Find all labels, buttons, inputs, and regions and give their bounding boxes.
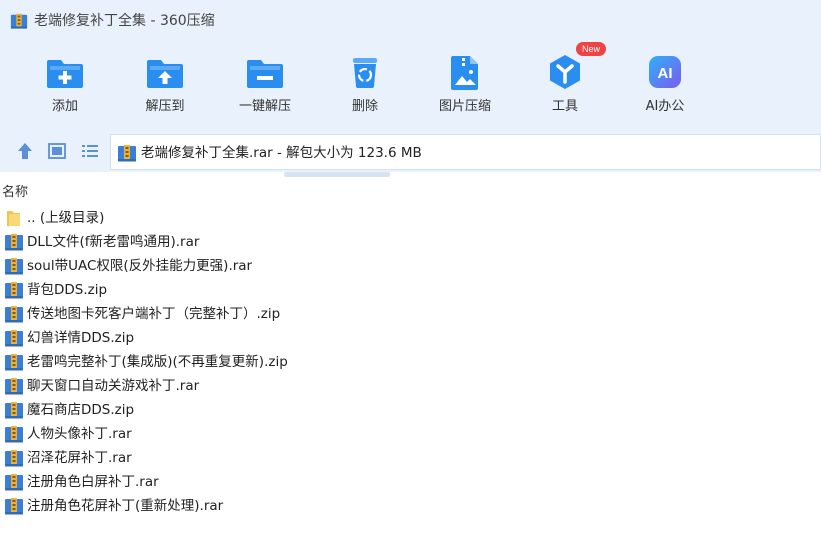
tools-label: 工具 <box>551 99 578 114</box>
list-item[interactable]: DLL文件(f新老雷鸣通用).rar <box>0 230 821 254</box>
archive-icon <box>5 402 23 419</box>
file-name: 幻兽详情DDS.zip <box>27 330 135 346</box>
archive-icon <box>5 258 23 275</box>
tools-icon <box>550 55 580 89</box>
column-header: 名称 <box>0 182 821 204</box>
one-click-extract-label: 一键解压 <box>238 99 291 114</box>
extract-to-icon <box>147 60 183 88</box>
toolbar: 添加 解压到 一键解压 删除 图片压缩 New 工具 AI AI办公 <box>0 42 821 130</box>
file-name: 老雷鸣完整补丁(集成版)(不再重复更新).zip <box>27 354 288 370</box>
archive-icon <box>5 498 23 515</box>
list-item[interactable]: 传送地图卡死客户端补丁（完整补丁）.zip <box>0 302 821 326</box>
new-badge: New <box>576 42 606 56</box>
one-click-extract-button[interactable]: 一键解压 <box>222 46 308 126</box>
archive-icon <box>5 330 23 347</box>
list-view-icon[interactable] <box>80 141 100 161</box>
list-item[interactable]: 人物头像补丁.rar <box>0 422 821 446</box>
archive-icon <box>5 234 23 251</box>
archive-icon <box>5 306 23 323</box>
one-click-extract-icon <box>247 60 283 88</box>
up-arrow-icon[interactable] <box>15 141 35 161</box>
file-name: 注册角色花屏补丁(重新处理).rar <box>27 498 224 514</box>
path-bar[interactable]: 老端修复补丁全集.rar - 解包大小为 123.6 MB <box>110 134 821 170</box>
image-compress-label: 图片压缩 <box>438 99 491 114</box>
list-item[interactable]: 注册角色白屏补丁.rar <box>0 470 821 494</box>
add-label: 添加 <box>51 99 78 114</box>
extract-to-label: 解压到 <box>145 99 185 114</box>
list-item[interactable]: 沼泽花屏补丁.rar <box>0 446 821 470</box>
archive-icon <box>5 474 23 491</box>
list-item[interactable]: 幻兽详情DDS.zip <box>0 326 821 350</box>
window-title: 老端修复补丁全集 - 360压缩 <box>34 13 215 29</box>
add-icon <box>47 60 83 88</box>
image-compress-button[interactable]: 图片压缩 <box>422 46 508 126</box>
archive-icon <box>118 145 136 162</box>
list-item[interactable]: 老雷鸣完整补丁(集成版)(不再重复更新).zip <box>0 350 821 374</box>
archive-icon <box>5 378 23 395</box>
list-item-parent-directory[interactable]: .. (上级目录) <box>0 206 821 230</box>
ai-office-label: AI办公 <box>645 99 685 114</box>
ai-icon-text: AI <box>658 65 673 82</box>
title-bar: 老端修复补丁全集 - 360压缩 <box>0 0 821 42</box>
file-name: 聊天窗口自动关游戏补丁.rar <box>27 378 200 394</box>
delete-label: 删除 <box>351 99 378 114</box>
file-name: 注册角色白屏补丁.rar <box>27 474 159 490</box>
tools-button[interactable]: New 工具 <box>522 42 608 126</box>
archive-icon <box>5 426 23 443</box>
horizontal-scroll-indicator[interactable] <box>284 172 390 177</box>
list-item[interactable]: 聊天窗口自动关游戏补丁.rar <box>0 374 821 398</box>
app-archive-icon <box>10 13 28 29</box>
archive-icon <box>5 450 23 467</box>
delete-icon <box>353 58 377 88</box>
list-item[interactable]: 注册角色花屏补丁(重新处理).rar <box>0 494 821 518</box>
path-text: 老端修复补丁全集.rar - 解包大小为 123.6 MB <box>141 145 422 161</box>
archive-icon <box>5 282 23 299</box>
folder-icon <box>7 211 20 226</box>
delete-button[interactable]: 删除 <box>322 46 408 126</box>
file-name: 沼泽花屏补丁.rar <box>27 450 132 466</box>
file-name: 背包DDS.zip <box>27 282 108 298</box>
ai-office-button[interactable]: AI AI办公 <box>622 46 708 126</box>
file-list: .. (上级目录) DLL文件(f新老雷鸣通用).rar soul带UAC权限(… <box>0 206 821 518</box>
list-item[interactable]: 魔石商店DDS.zip <box>0 398 821 422</box>
add-button[interactable]: 添加 <box>22 46 108 126</box>
navigation-bar: 老端修复补丁全集.rar - 解包大小为 123.6 MB <box>0 130 821 172</box>
image-compress-icon <box>451 56 478 90</box>
archive-icon <box>5 354 23 371</box>
file-name: DLL文件(f新老雷鸣通用).rar <box>27 234 200 250</box>
thumbnail-view-icon[interactable] <box>47 141 67 161</box>
file-name: soul带UAC权限(反外挂能力更强).rar <box>27 258 253 274</box>
name-column-header[interactable]: 名称 <box>2 185 28 201</box>
file-name: 人物头像补丁.rar <box>27 426 132 442</box>
extract-to-button[interactable]: 解压到 <box>122 46 208 126</box>
file-name: .. (上级目录) <box>27 210 105 226</box>
list-item[interactable]: 背包DDS.zip <box>0 278 821 302</box>
list-item[interactable]: soul带UAC权限(反外挂能力更强).rar <box>0 254 821 278</box>
file-name: 传送地图卡死客户端补丁（完整补丁）.zip <box>27 306 281 322</box>
ai-office-icon: AI <box>649 56 681 88</box>
file-name: 魔石商店DDS.zip <box>27 402 135 418</box>
